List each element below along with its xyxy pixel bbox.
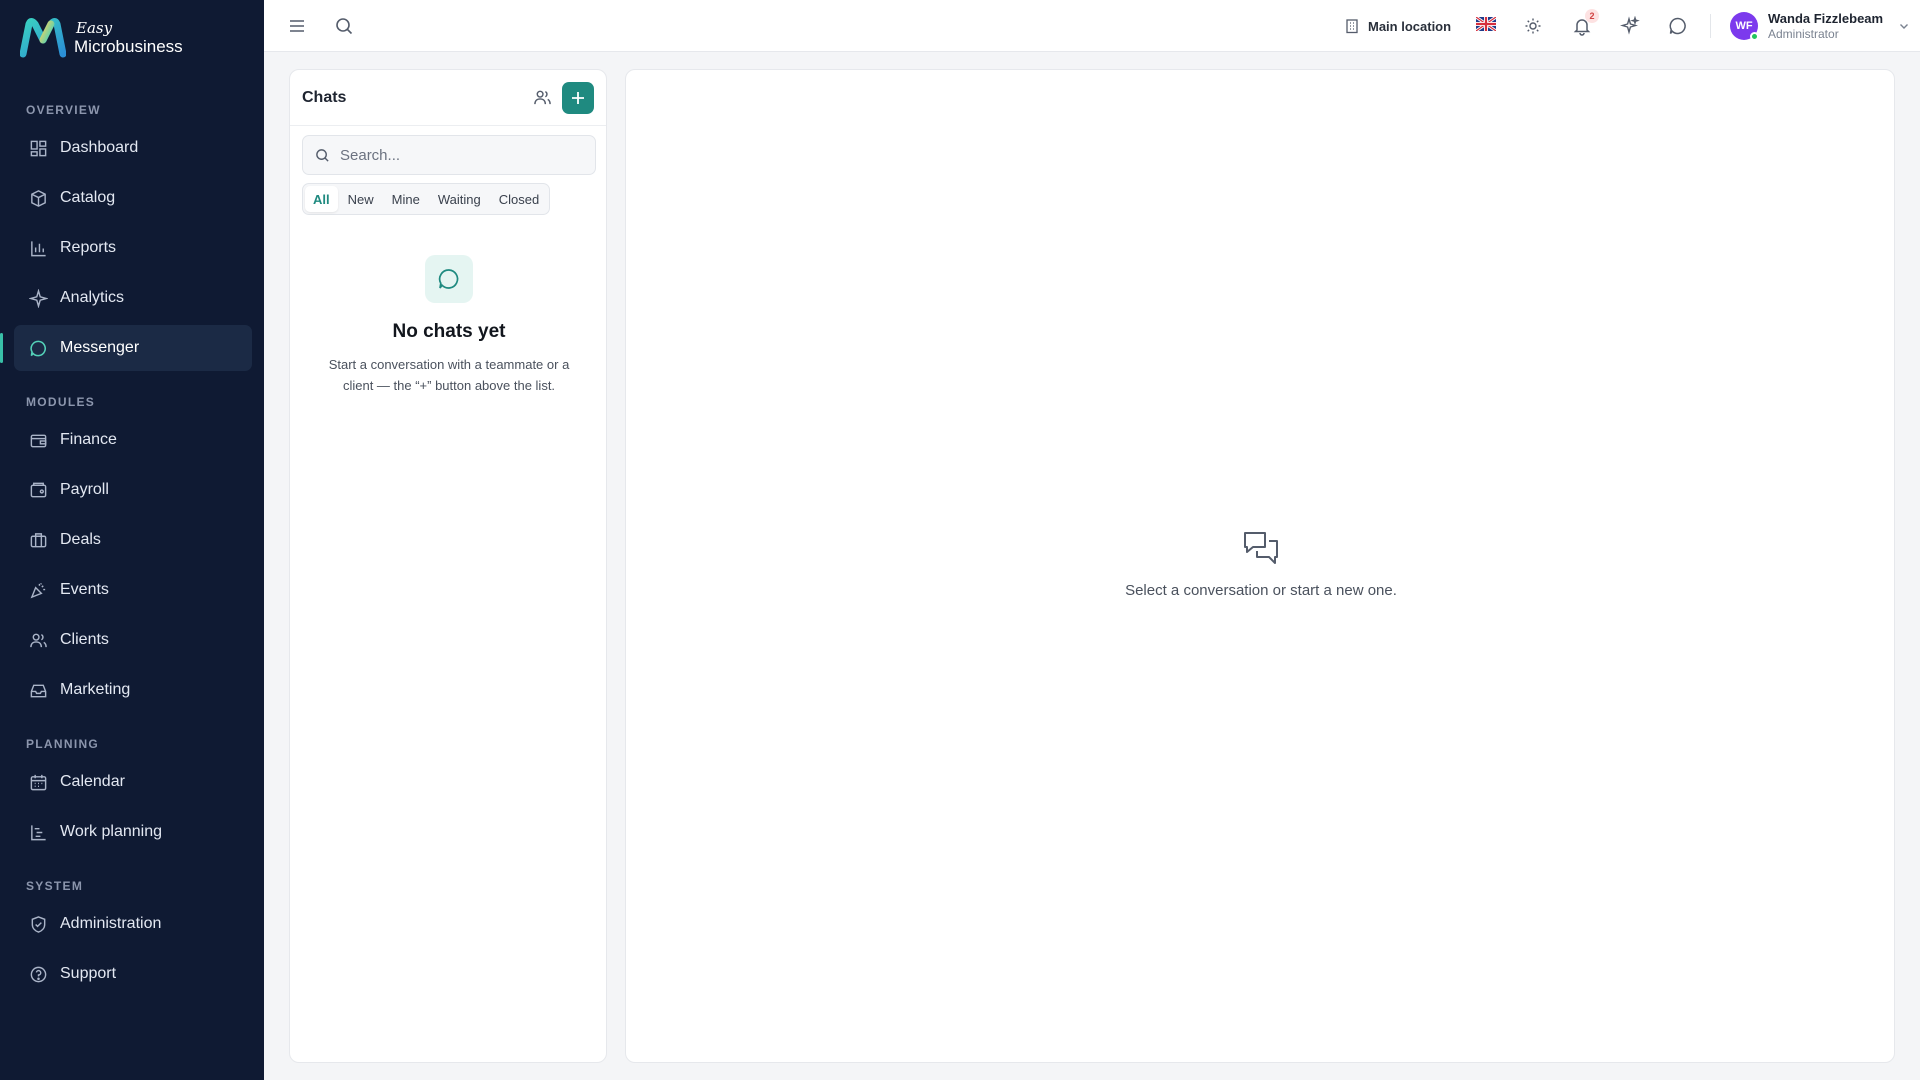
sidebar-item-label: Clients (60, 631, 109, 648)
marketing-icon (28, 680, 48, 700)
sidebar-item-deals[interactable]: Deals (14, 517, 252, 563)
reports-icon (28, 238, 48, 258)
sidebar-item-support[interactable]: Support (14, 951, 252, 997)
notifications-badge: 2 (1585, 9, 1599, 23)
chat-filters: All New Mine Waiting Closed (302, 183, 551, 215)
sidebar-item-payroll[interactable]: Payroll (14, 467, 252, 513)
sidebar-item-label: Marketing (60, 681, 131, 698)
search-icon (316, 148, 329, 162)
location-label: Main location (1368, 18, 1452, 34)
events-icon (28, 580, 48, 600)
sidebar-item-calendar[interactable]: Calendar (14, 759, 252, 805)
sidebar-item-label: Dashboard (60, 139, 139, 156)
theme-toggle-icon[interactable] (1520, 13, 1546, 39)
chats-panel: Chats All New Mine Waiting Closed No cha… (289, 69, 607, 1063)
sidebar-item-work-planning[interactable]: Work planning (14, 809, 252, 855)
empty-chat-icon (425, 255, 473, 303)
chats-empty-state: No chats yet Start a conversation with a… (290, 255, 608, 397)
empty-title: No chats yet (392, 321, 506, 342)
deals-icon (28, 530, 48, 550)
sidebar-item-messenger[interactable]: Messenger (0, 325, 252, 371)
chats-title: Chats (302, 88, 347, 106)
user-name: Wanda Fizzlebeam (1768, 11, 1884, 26)
nav-section-overview: OVERVIEW (26, 103, 101, 117)
filter-closed[interactable]: Closed (491, 186, 547, 212)
filter-mine[interactable]: Mine (384, 186, 428, 212)
sidebar-item-label: Work planning (60, 823, 162, 840)
chevron-down-icon (1900, 24, 1909, 29)
sidebar-item-label: Support (60, 965, 117, 982)
sidebar-item-events[interactable]: Events (14, 567, 252, 613)
sidebar-item-label: Analytics (60, 289, 125, 306)
sidebar-item-label: Reports (60, 239, 117, 256)
user-role: Administrator (1768, 26, 1839, 41)
brand-logo[interactable]: Easy Microbusiness (20, 18, 183, 58)
online-status-dot (1750, 32, 1759, 41)
avatar: WF (1730, 12, 1759, 41)
calendar-icon (28, 772, 48, 792)
logo-mark-icon (20, 18, 66, 58)
new-chat-button[interactable] (562, 81, 594, 114)
sidebar-item-reports[interactable]: Reports (14, 225, 252, 271)
payroll-icon (28, 480, 48, 500)
sidebar-item-catalog[interactable]: Catalog (14, 175, 252, 221)
sidebar-item-label: Payroll (60, 481, 109, 498)
sidebar-item-marketing[interactable]: Marketing (14, 667, 252, 713)
search-icon[interactable] (331, 13, 357, 39)
people-icon (533, 90, 551, 105)
sidebar-item-label: Catalog (60, 189, 116, 206)
sidebar-item-clients[interactable]: Clients (14, 617, 252, 663)
sidebar-item-analytics[interactable]: Analytics (14, 275, 252, 321)
sidebar-item-label: Events (60, 581, 109, 598)
menu-toggle-icon[interactable] (284, 13, 310, 39)
sidebar: Easy Microbusiness OVERVIEW Dashboard Ca… (0, 0, 264, 1080)
brand-name: Microbusiness (74, 37, 183, 56)
sidebar-item-label: Messenger (60, 339, 140, 356)
sidebar-item-label: Administration (60, 915, 162, 932)
conversation-panel: Select a conversation or start a new one… (625, 69, 1895, 1063)
brand-easy: Easy (76, 19, 113, 37)
avatar-initials: WF (1735, 20, 1753, 32)
nav-section-system: SYSTEM (26, 879, 84, 893)
support-icon (28, 964, 48, 984)
conversation-placeholder: Select a conversation or start a new one… (626, 528, 1896, 599)
topbar-divider (1710, 14, 1711, 38)
messenger-icon (28, 338, 48, 358)
uk-flag-icon[interactable] (1476, 17, 1496, 31)
conversation-placeholder-text: Select a conversation or start a new one… (1125, 582, 1397, 599)
administration-icon (28, 914, 48, 934)
user-menu[interactable]: WF Wanda Fizzlebeam Administrator (1730, 8, 1911, 44)
filter-all[interactable]: All (305, 186, 338, 212)
filter-new[interactable]: New (340, 186, 382, 212)
chat-bubble-icon[interactable] (1665, 13, 1691, 39)
clients-icon (28, 630, 48, 650)
contacts-button[interactable] (528, 84, 556, 112)
building-icon (1346, 19, 1358, 34)
notifications-bell-icon[interactable]: 2 (1569, 9, 1599, 39)
filter-waiting[interactable]: Waiting (430, 186, 489, 212)
nav-section-modules: MODULES (26, 395, 96, 409)
sidebar-item-label: Deals (60, 531, 101, 548)
finance-icon (28, 430, 48, 450)
ai-sparkle-icon[interactable] (1617, 13, 1643, 39)
chat-search[interactable] (302, 135, 596, 175)
sidebar-item-administration[interactable]: Administration (14, 901, 252, 947)
location-selector[interactable]: Main location (1344, 14, 1451, 38)
plus-icon (572, 91, 584, 104)
dashboard-icon (28, 138, 48, 158)
conversations-icon (1244, 532, 1278, 564)
topbar: Main location 2 WF Wanda Fizzlebeam Admi… (264, 0, 1920, 52)
work-planning-icon (28, 822, 48, 842)
nav-section-planning: PLANNING (26, 737, 100, 751)
sidebar-item-finance[interactable]: Finance (14, 417, 252, 463)
sidebar-item-dashboard[interactable]: Dashboard (14, 125, 252, 171)
analytics-icon (28, 288, 48, 308)
chat-search-input[interactable] (340, 146, 580, 164)
sidebar-item-label: Calendar (60, 773, 125, 790)
empty-description: Start a conversation with a teammate or … (328, 357, 570, 393)
catalog-icon (28, 188, 48, 208)
chats-header: Chats (290, 70, 606, 126)
sidebar-item-label: Finance (60, 431, 117, 448)
